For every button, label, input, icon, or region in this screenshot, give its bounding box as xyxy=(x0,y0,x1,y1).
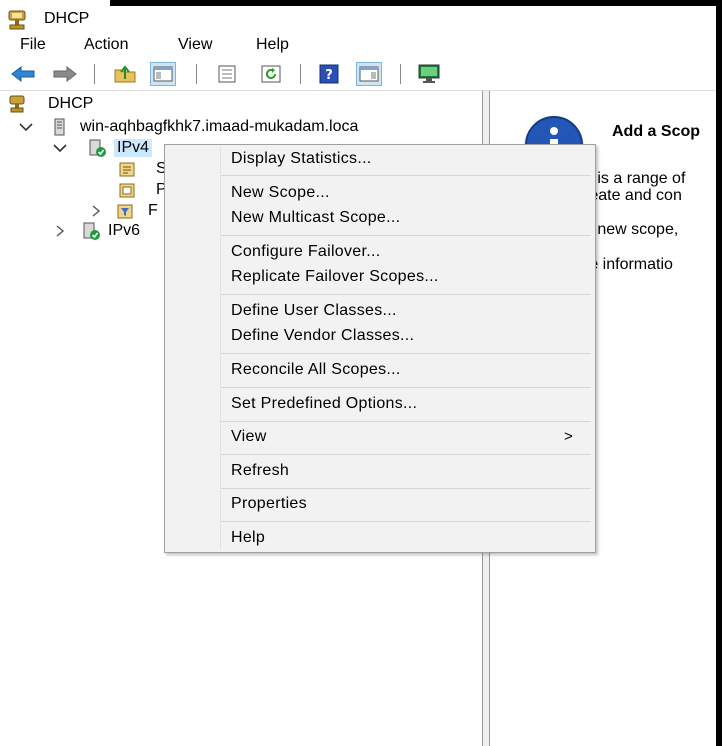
description-line-1: e is a range of xyxy=(584,170,686,187)
toolbar-separator xyxy=(400,64,401,84)
menu-item-replicate-failover-scopes[interactable]: Replicate Failover Scopes... xyxy=(166,265,594,289)
svg-text:?: ? xyxy=(325,68,333,83)
menu-view[interactable]: View xyxy=(178,36,212,54)
toolbar-separator xyxy=(300,64,301,84)
menu-item-define-vendor-classes[interactable]: Define Vendor Classes... xyxy=(166,324,594,348)
menu-separator xyxy=(221,454,591,455)
help-icon[interactable]: ? xyxy=(316,62,342,86)
menu-item-set-predefined-options[interactable]: Set Predefined Options... xyxy=(166,392,594,416)
top-dark-strip xyxy=(0,0,722,6)
menu-item-display-statistics[interactable]: Display Statistics... xyxy=(166,147,594,171)
up-folder-icon[interactable] xyxy=(112,62,138,86)
tree-label-child3: F xyxy=(148,202,158,219)
monitor-icon[interactable] xyxy=(416,62,442,86)
export-list-icon[interactable] xyxy=(214,62,240,86)
submenu-arrow-icon: > xyxy=(564,428,573,445)
back-icon[interactable] xyxy=(10,62,36,86)
menu-item-view[interactable]: View > xyxy=(166,425,594,449)
tree-label-server: win-aqhbagfkhk7.imaad-mukadam.loca xyxy=(80,118,359,135)
menu-action[interactable]: Action xyxy=(84,36,128,54)
forward-icon[interactable] xyxy=(52,62,78,86)
menu-item-label: Replicate Failover Scopes... xyxy=(231,268,439,285)
ipv4-status-icon xyxy=(89,139,106,157)
tree-label-dhcp: DHCP xyxy=(48,95,94,112)
dhcp-app-icon xyxy=(8,10,26,30)
title-bar: DHCP xyxy=(0,6,716,34)
toolbar: ? xyxy=(0,58,716,91)
tree-node-server-options[interactable]: S xyxy=(118,158,167,180)
menu-item-define-user-classes[interactable]: Define User Classes... xyxy=(166,299,594,323)
menu-separator xyxy=(221,387,591,388)
menu-item-label: Set Predefined Options... xyxy=(231,395,418,412)
menu-separator xyxy=(221,421,591,422)
menu-item-label: Help xyxy=(231,529,266,546)
toolbar-separator xyxy=(196,64,197,84)
menu-item-label: Define User Classes... xyxy=(231,302,397,319)
tree-node-policies[interactable]: P xyxy=(118,179,167,201)
menu-separator xyxy=(221,294,591,295)
menu-item-properties[interactable]: Properties xyxy=(166,492,594,516)
ipv6-status-icon xyxy=(83,222,100,240)
menu-item-label: View xyxy=(231,428,267,445)
menu-item-refresh[interactable]: Refresh xyxy=(166,459,594,483)
tree-node-dhcp[interactable]: DHCP xyxy=(8,93,93,115)
menu-item-label: Configure Failover... xyxy=(231,243,381,260)
menu-separator xyxy=(221,488,591,489)
context-menu: Display Statistics... New Scope... New M… xyxy=(164,144,596,553)
tree-label-ipv4: IPv4 xyxy=(114,139,153,157)
menu-item-reconcile-all-scopes[interactable]: Reconcile All Scopes... xyxy=(166,358,594,382)
tree-label-ipv6: IPv6 xyxy=(108,222,141,239)
server-options-icon xyxy=(119,162,135,177)
dhcp-icon xyxy=(9,95,25,113)
menu-separator xyxy=(221,235,591,236)
tree-node-ipv6[interactable]: IPv6 xyxy=(52,220,140,242)
menu-bar: File Action View Help xyxy=(0,34,716,58)
tree-node-ipv4[interactable]: IPv4 xyxy=(52,137,153,159)
chevron-down-icon[interactable] xyxy=(18,119,34,135)
menu-item-help[interactable]: Help xyxy=(166,526,594,550)
description-line-2: reate and con xyxy=(584,187,682,204)
policies-icon xyxy=(119,183,135,198)
menu-item-label: Define Vendor Classes... xyxy=(231,327,415,344)
menu-item-label: New Multicast Scope... xyxy=(231,209,401,226)
menu-file[interactable]: File xyxy=(20,36,46,54)
menu-item-new-multicast-scope[interactable]: New Multicast Scope... xyxy=(166,206,594,230)
chevron-right-icon[interactable] xyxy=(88,203,104,219)
menu-item-label: New Scope... xyxy=(231,184,330,201)
menu-separator xyxy=(221,353,591,354)
chevron-down-icon[interactable] xyxy=(52,140,68,156)
description-line-3: a new scope, xyxy=(584,221,679,238)
toolbar-separator xyxy=(94,64,95,84)
menu-item-configure-failover[interactable]: Configure Failover... xyxy=(166,240,594,264)
description-line-4: re informatio xyxy=(584,256,673,273)
refresh-icon[interactable] xyxy=(258,62,284,86)
menu-item-label: Properties xyxy=(231,495,307,512)
show-hide-action-pane-icon[interactable] xyxy=(356,62,382,86)
tree-node-filters[interactable]: F xyxy=(88,200,158,222)
menu-item-new-scope[interactable]: New Scope... xyxy=(166,181,594,205)
menu-item-label: Refresh xyxy=(231,462,290,479)
window-title: DHCP xyxy=(44,10,90,27)
chevron-right-icon[interactable] xyxy=(52,223,68,239)
add-scope-heading: Add a Scop xyxy=(612,123,701,140)
server-icon xyxy=(54,118,65,136)
tree-node-server[interactable]: win-aqhbagfkhk7.imaad-mukadam.loca xyxy=(18,116,358,138)
filters-icon xyxy=(117,204,133,219)
menu-separator xyxy=(221,175,591,176)
show-hide-tree-icon[interactable] xyxy=(150,62,176,86)
menu-item-label: Display Statistics... xyxy=(231,150,372,167)
menu-separator xyxy=(221,521,591,522)
menu-item-label: Reconcile All Scopes... xyxy=(231,361,401,378)
menu-help[interactable]: Help xyxy=(256,36,289,54)
